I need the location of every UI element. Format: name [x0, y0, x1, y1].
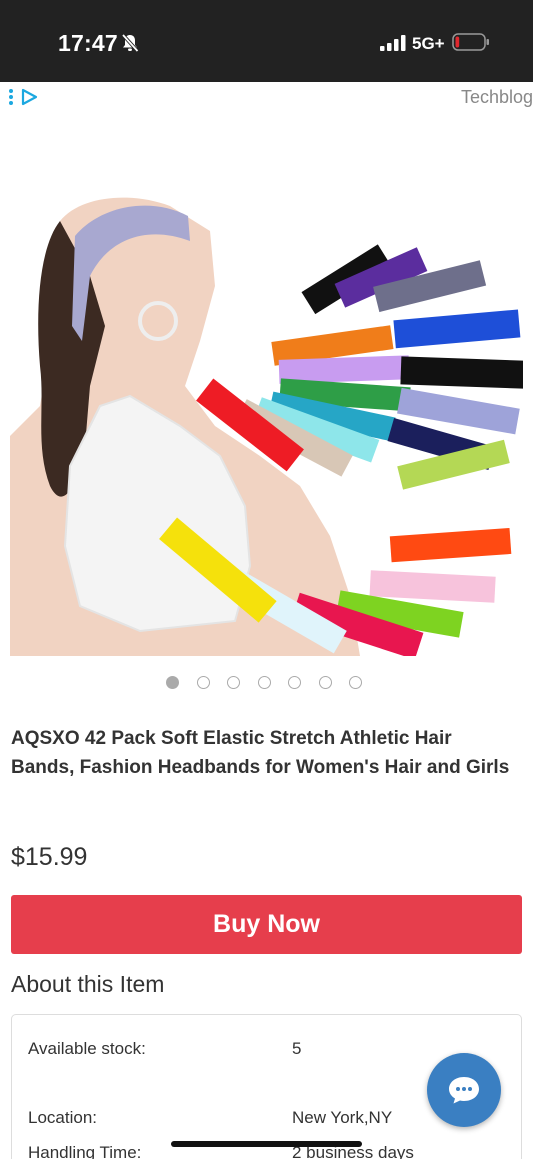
carousel-dot[interactable]: [318, 676, 332, 689]
network-label: 5G+: [412, 34, 445, 53]
chat-button[interactable]: [427, 1053, 501, 1127]
detail-value-location: New York,NY: [292, 1108, 393, 1127]
battery-icon: [452, 33, 489, 51]
ad-bar: Techblog: [0, 82, 533, 112]
about-heading: About this Item: [11, 971, 165, 997]
ad-choices-icon[interactable]: [8, 87, 42, 107]
carousel-dot[interactable]: [349, 676, 362, 689]
carousel-dot[interactable]: [196, 676, 210, 689]
detail-label-stock: Available stock:: [28, 1039, 146, 1058]
home-indicator: [171, 1141, 362, 1147]
carousel-dot[interactable]: [257, 676, 271, 689]
carousel-dot[interactable]: [227, 676, 240, 689]
ad-source-label[interactable]: Techblog: [461, 87, 533, 108]
product-price: $15.99: [11, 843, 88, 871]
signal-icon: [380, 35, 406, 51]
detail-label-location: Location:: [28, 1108, 97, 1127]
headbands-product-image[interactable]: [10, 126, 523, 656]
status-time: 17:47: [58, 30, 118, 56]
carousel-dot[interactable]: [288, 676, 301, 689]
carousel-dot[interactable]: [166, 676, 179, 689]
buy-now-button[interactable]: Buy Now: [11, 895, 522, 954]
chat-bubble-icon: [449, 1077, 479, 1104]
carousel-dots: [0, 676, 533, 690]
product-title: AQSXO 42 Pack Soft Elastic Stretch Athle…: [11, 728, 510, 778]
detail-value-stock: 5: [292, 1039, 302, 1058]
status-bar: 17:47 5G+: [0, 0, 533, 82]
bell-off-icon: [121, 33, 139, 53]
detail-label-handling: Handling Time:: [28, 1143, 142, 1159]
